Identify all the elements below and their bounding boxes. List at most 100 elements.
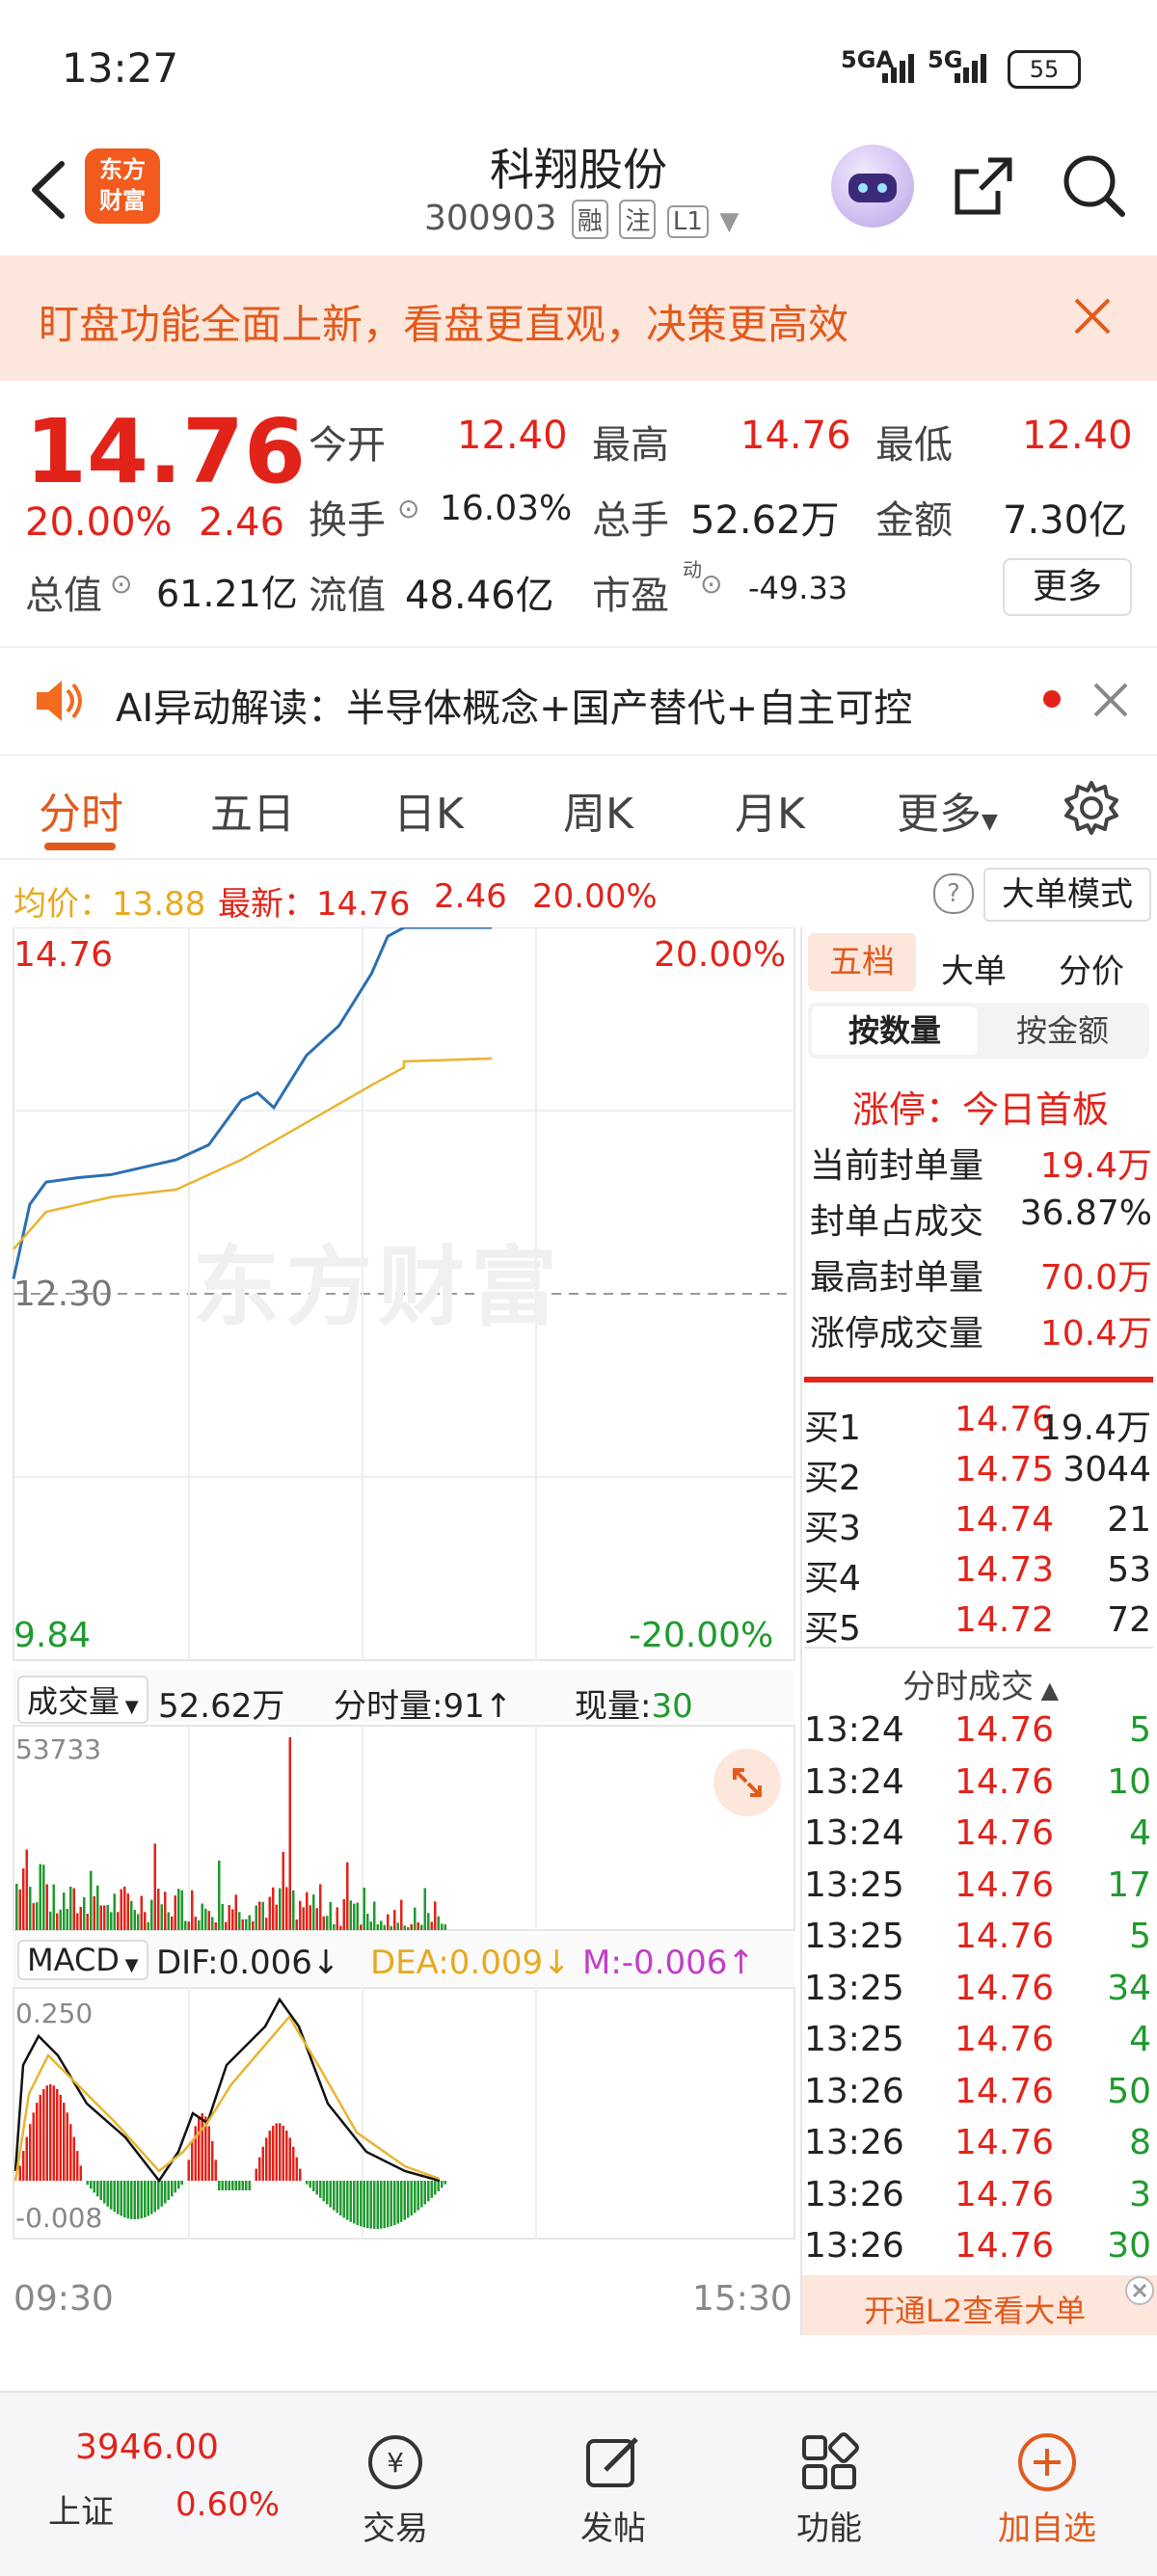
trade-volume: 5 xyxy=(1129,1917,1151,1956)
volume-bar xyxy=(39,1864,41,1930)
stat-row: 当前封单量 19.4万 xyxy=(810,1138,1152,1188)
volume-bar xyxy=(255,1905,257,1930)
float-label: 流值 xyxy=(309,574,386,618)
volume-selector[interactable]: 成交量 ▼ xyxy=(17,1676,148,1724)
bid-volume: 53 xyxy=(1107,1550,1151,1590)
function-icon xyxy=(802,2432,859,2489)
l2-upgrade-bar[interactable]: 开通L2查看大单 xyxy=(802,2275,1157,2335)
volume-bar xyxy=(336,1907,338,1930)
tab-weekly-k[interactable]: 周K xyxy=(563,779,633,841)
macd-bar xyxy=(140,2181,143,2219)
macd-bar xyxy=(113,2181,116,2213)
more-button[interactable]: 更多 xyxy=(1003,558,1132,616)
tab-five-day[interactable]: 五日 xyxy=(210,779,295,841)
macd-bar xyxy=(133,2181,136,2219)
big-order-mode-button[interactable]: 大单模式 xyxy=(983,868,1151,922)
volume-bar xyxy=(234,1894,237,1930)
tab-daily-k[interactable]: 日K xyxy=(393,779,464,841)
volume-bar xyxy=(339,1925,342,1930)
gear-icon[interactable] xyxy=(1063,779,1120,841)
macd-bar xyxy=(292,2146,295,2181)
volume-bar xyxy=(90,1870,93,1930)
low-label: 最低 xyxy=(875,423,953,468)
panel-tab-price[interactable]: 分价 xyxy=(1059,945,1124,992)
volume-bar xyxy=(42,1865,45,1930)
macd-bar xyxy=(423,2181,426,2205)
macd-bar xyxy=(329,2181,332,2208)
help-icon[interactable]: ? xyxy=(933,873,974,914)
ai-interpretation-bar[interactable]: AI异动解读：半导体概念+国产替代+自主可控 xyxy=(0,646,1157,756)
share-icon[interactable] xyxy=(950,152,1017,224)
macd-top-label: 0.250 xyxy=(15,1998,94,2029)
trade-time: 13:24 xyxy=(804,1813,904,1853)
back-button[interactable] xyxy=(21,156,79,224)
nav-post[interactable]: 发帖 xyxy=(546,2431,681,2549)
index-value[interactable]: 3946.00 xyxy=(75,2428,219,2467)
macd-bar xyxy=(228,2181,230,2190)
intraday-chart[interactable]: 东方财富 14.76 20.00% 12.30 9.84 -20.00% 成交量… xyxy=(0,926,800,2335)
macd-bar xyxy=(434,2181,437,2195)
bid-price: 14.75 xyxy=(955,1450,1055,1489)
current-volume-label: 现量: xyxy=(575,1687,652,1726)
time-end: 15:30 xyxy=(692,2279,793,2319)
volume-bar xyxy=(258,1901,261,1930)
trade-time: 13:26 xyxy=(804,2174,904,2214)
volume-bar xyxy=(171,1916,174,1930)
index-name[interactable]: 上证 xyxy=(48,2485,114,2533)
macd-bar xyxy=(248,2181,251,2190)
promo-banner[interactable]: 盯盘功能全面上新，看盘更直观，决策更高效 xyxy=(0,255,1157,381)
volume-bar xyxy=(403,1925,406,1930)
bottom-nav: 3946.00 上证 0.60% ¥ 交易 发帖 功能 加自选 xyxy=(0,2391,1157,2576)
volume-bar xyxy=(157,1889,160,1930)
nav-add-watchlist-label: 加自选 xyxy=(998,2509,1096,2548)
info-icon[interactable]: ⊙ xyxy=(397,493,419,524)
panel-tab-big-order[interactable]: 大单 xyxy=(941,945,1007,992)
subtab-by-amount[interactable]: 按金额 xyxy=(980,1006,1145,1055)
volume-bar xyxy=(285,1887,288,1930)
nav-trade[interactable]: ¥ 交易 xyxy=(328,2431,463,2549)
trade-row: 13:24 14.76 10 xyxy=(804,1762,1151,1802)
nav-function-label: 功能 xyxy=(796,2509,862,2548)
pe-value: -49.33 xyxy=(748,570,848,606)
volume-bar xyxy=(214,1921,217,1930)
macd-bar xyxy=(52,2085,55,2181)
trade-price: 14.76 xyxy=(955,2123,1055,2162)
search-icon[interactable] xyxy=(1059,150,1128,224)
macd-bar xyxy=(198,2116,201,2181)
macd-dif: DIF:0.006↓ xyxy=(156,1944,339,1982)
trades-title[interactable]: 分时成交 ▲ xyxy=(902,1660,1059,1707)
nav-add-watchlist[interactable]: 加自选 xyxy=(980,2431,1115,2549)
assistant-robot-icon[interactable] xyxy=(831,145,914,228)
close-icon[interactable] xyxy=(1070,294,1115,342)
macd-bar xyxy=(234,2181,237,2190)
macd-bar xyxy=(42,2088,45,2181)
macd-bar xyxy=(339,2181,342,2215)
subtab-by-quantity[interactable]: 按数量 xyxy=(812,1006,978,1055)
stock-code-row[interactable]: 300903 融 注 L1 ▼ xyxy=(424,199,739,239)
close-icon[interactable] xyxy=(1091,681,1130,723)
macd-bar xyxy=(110,2181,113,2210)
volume-bar xyxy=(282,1851,284,1930)
volume-bar xyxy=(245,1919,248,1930)
volume-bar xyxy=(204,1908,207,1930)
macd-bar xyxy=(171,2181,174,2197)
panel-tab-five-level[interactable]: 五档 xyxy=(808,933,916,991)
macd-bar xyxy=(306,2181,309,2185)
info-icon[interactable]: ⊙ xyxy=(110,568,132,600)
bid-volume: 72 xyxy=(1107,1600,1151,1640)
macd-bar xyxy=(245,2181,248,2190)
tab-intraday[interactable]: 分时 xyxy=(39,779,123,841)
tab-more[interactable]: 更多▼ xyxy=(897,779,998,841)
macd-selector[interactable]: MACD ▼ xyxy=(17,1940,148,1980)
nav-function[interactable]: 功能 xyxy=(762,2431,897,2549)
close-icon[interactable] xyxy=(1124,2275,1155,2310)
badge-margin: 融 xyxy=(571,200,608,239)
info-icon[interactable]: ⊙ xyxy=(700,568,722,600)
expand-icon[interactable] xyxy=(713,1749,781,1816)
volume-bar xyxy=(407,1927,410,1930)
volume-bar xyxy=(312,1894,315,1930)
index-pct[interactable]: 0.60% xyxy=(175,2485,280,2524)
macd-bar xyxy=(231,2181,234,2190)
tab-monthly-k[interactable]: 月K xyxy=(735,779,805,841)
chevron-down-icon: ▼ xyxy=(120,1697,139,1717)
